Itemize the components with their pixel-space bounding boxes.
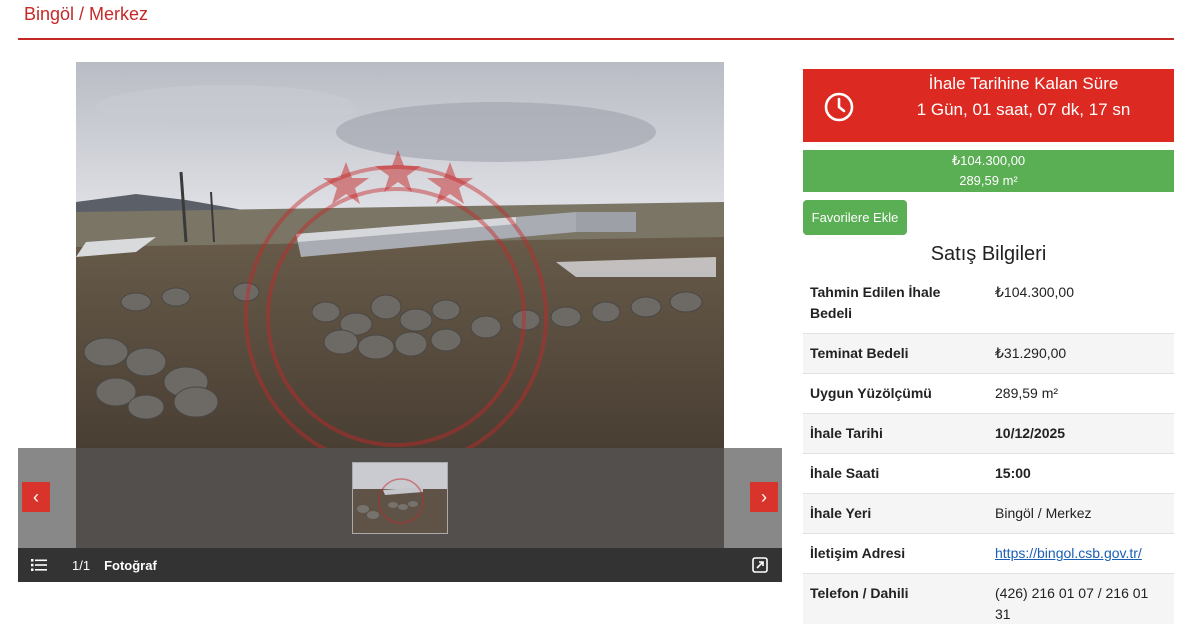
- sales-info-table: Tahmin Edilen İhale Bedeli ₺104.300,00 T…: [803, 273, 1174, 624]
- thumbnail-illustration: [353, 463, 447, 533]
- row-label: İhale Tarihi: [803, 413, 988, 454]
- table-row: İhale Tarihi 10/12/2025: [803, 413, 1174, 454]
- row-label: İhale Yeri: [803, 493, 988, 534]
- row-label: İhale Saati: [803, 453, 988, 494]
- photo-type-label: Fotoğraf: [104, 557, 157, 573]
- thumbnail-image[interactable]: [352, 462, 448, 534]
- expand-icon[interactable]: [752, 557, 768, 576]
- table-row: İhale Saati 15:00: [803, 453, 1174, 494]
- row-value: 10/12/2025: [988, 413, 1174, 454]
- row-label: İletişim Adresi: [803, 533, 988, 574]
- thumbnail-strip: [18, 448, 782, 548]
- countdown-value: 1 Gün, 01 saat, 07 dk, 17 sn: [916, 100, 1131, 119]
- table-row: İhale Yeri Bingöl / Merkez: [803, 493, 1174, 534]
- row-label: Teminat Bedeli: [803, 333, 988, 374]
- row-label: Telefon / Dahili: [803, 573, 988, 624]
- photo-counter: 1/1: [72, 557, 91, 573]
- header-divider: [18, 38, 1174, 40]
- table-row: İletişim Adresi https://bingol.csb.gov.t…: [803, 533, 1174, 574]
- price-summary: ₺104.300,00 289,59 m²: [803, 150, 1174, 192]
- previous-photo-button[interactable]: ‹: [22, 482, 50, 512]
- auction-countdown: İhale Tarihine Kalan Süre 1 Gün, 01 saat…: [803, 69, 1174, 142]
- table-row: Uygun Yüzölçümü 289,59 m²: [803, 373, 1174, 414]
- countdown-title: İhale Tarihine Kalan Süre: [928, 74, 1119, 93]
- chevron-right-icon: ›: [761, 486, 767, 507]
- photo-gallery: ‹ › 1/1 Fotoğraf: [18, 62, 782, 582]
- add-to-favorites-button[interactable]: Favorilere Ekle: [803, 200, 907, 235]
- table-row: Tahmin Edilen İhale Bedeli ₺104.300,00: [803, 273, 1174, 334]
- row-value: 289,59 m²: [988, 373, 1174, 414]
- price-amount: ₺104.300,00: [951, 153, 1026, 168]
- list-icon[interactable]: [18, 558, 60, 572]
- row-value: (426) 216 01 07 / 216 01 31: [988, 573, 1174, 624]
- next-photo-button[interactable]: ›: [750, 482, 778, 512]
- clock-icon: [823, 91, 855, 128]
- row-label: Uygun Yüzölçümü: [803, 373, 988, 414]
- table-row: Teminat Bedeli ₺31.290,00: [803, 333, 1174, 374]
- contact-address-link[interactable]: https://bingol.csb.gov.tr/: [995, 545, 1142, 561]
- row-value: 15:00: [988, 453, 1174, 494]
- chevron-left-icon: ‹: [33, 486, 39, 507]
- page-title: Bingöl / Merkez: [24, 4, 149, 24]
- gallery-toolbar: 1/1 Fotoğraf: [18, 548, 782, 582]
- table-row: Telefon / Dahili (426) 216 01 07 / 216 0…: [803, 573, 1174, 624]
- price-area: 289,59 m²: [959, 173, 1018, 188]
- row-value: ₺104.300,00: [988, 273, 1174, 334]
- row-value: Bingöl / Merkez: [988, 493, 1174, 534]
- row-value: ₺31.290,00: [988, 333, 1174, 374]
- row-label: Tahmin Edilen İhale Bedeli: [803, 273, 988, 334]
- row-value: https://bingol.csb.gov.tr/: [988, 533, 1174, 574]
- sales-info-title: Satış Bilgileri: [930, 243, 1047, 265]
